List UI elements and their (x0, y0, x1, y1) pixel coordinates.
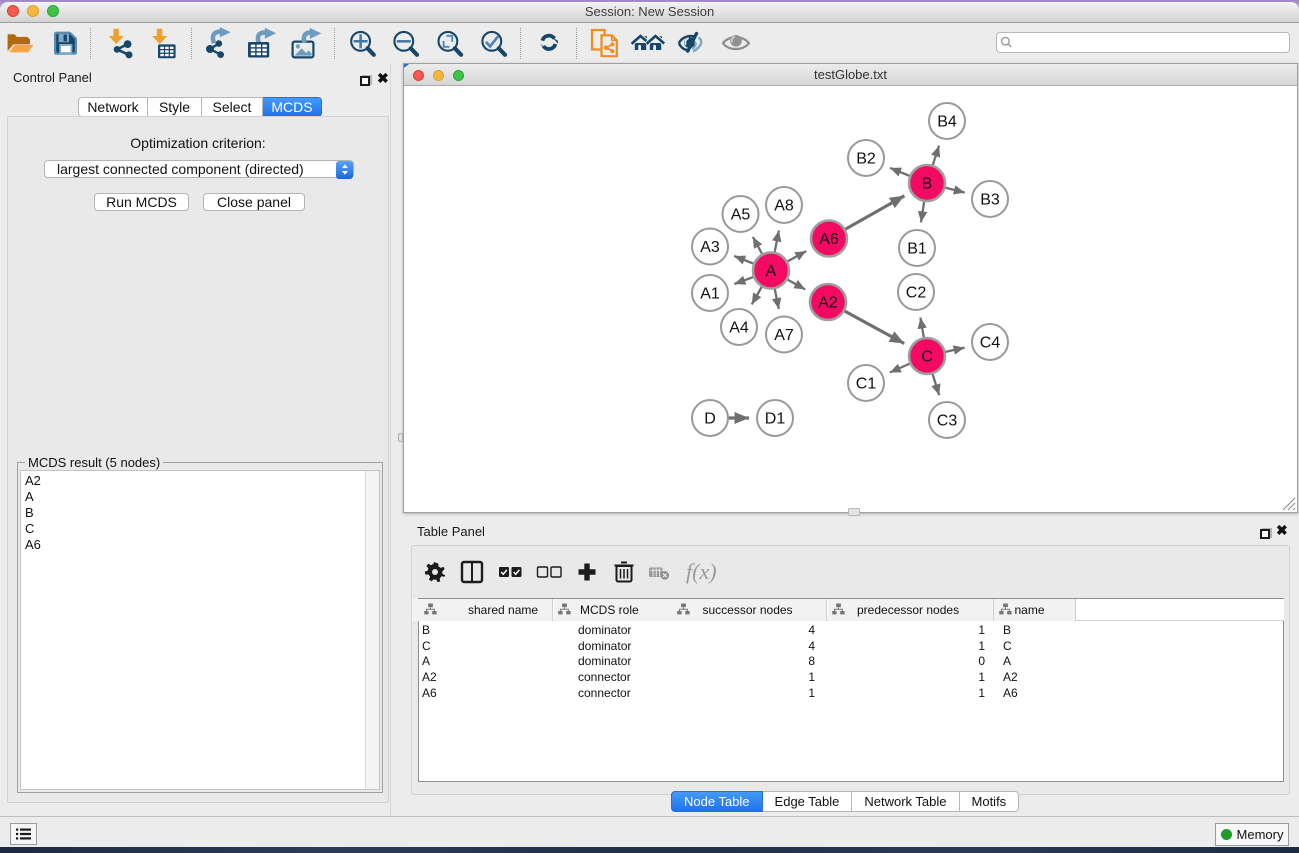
svg-text:D: D (704, 411, 716, 428)
svg-text:A: A (766, 263, 777, 280)
svg-text:C: C (921, 349, 933, 366)
svg-text:A5: A5 (731, 207, 751, 224)
svg-text:B3: B3 (980, 192, 1000, 209)
svg-text:B: B (922, 176, 933, 193)
svg-text:D1: D1 (765, 411, 786, 428)
svg-text:C4: C4 (980, 335, 1001, 352)
svg-text:A6: A6 (819, 231, 839, 248)
svg-text:A4: A4 (729, 320, 749, 337)
svg-text:C1: C1 (856, 376, 877, 393)
svg-text:B1: B1 (907, 241, 927, 258)
svg-text:A3: A3 (700, 239, 720, 256)
svg-text:A8: A8 (774, 198, 794, 215)
svg-text:A1: A1 (700, 286, 720, 303)
svg-text:C3: C3 (937, 413, 958, 430)
svg-text:A7: A7 (774, 327, 794, 344)
svg-text:B4: B4 (937, 114, 957, 131)
svg-text:B2: B2 (856, 151, 876, 168)
svg-text:A2: A2 (818, 295, 838, 312)
svg-text:C2: C2 (906, 285, 927, 302)
